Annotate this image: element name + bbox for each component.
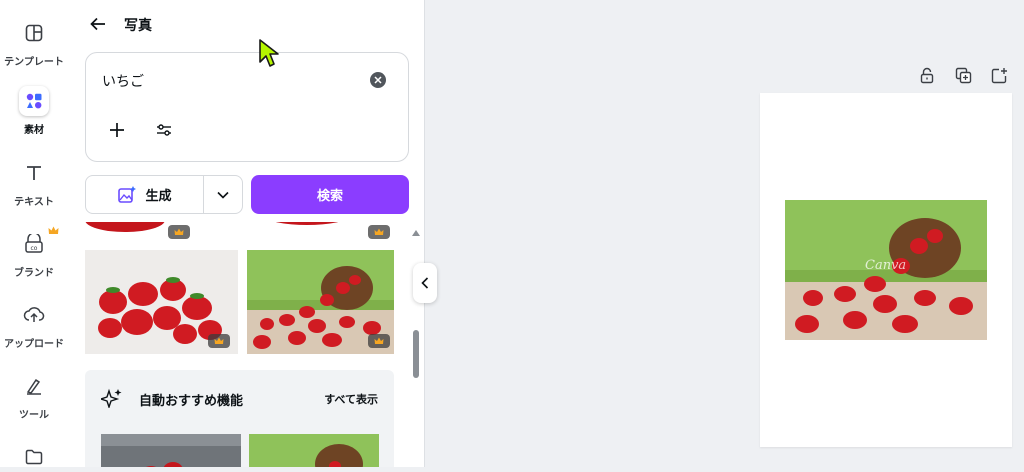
see-all-link[interactable]: すべて表示	[324, 391, 378, 407]
duplicate-icon	[955, 67, 971, 83]
crown-icon	[374, 228, 384, 235]
strawberry-photo	[101, 434, 241, 467]
search-button[interactable]: 検索	[251, 175, 409, 214]
search-input[interactable]: いちご	[102, 71, 144, 91]
add-button[interactable]	[108, 121, 126, 139]
duplicate-page-button[interactable]	[954, 66, 972, 84]
page-toolbar	[918, 66, 1008, 84]
filter-sliders-icon	[157, 124, 171, 136]
back-button[interactable]	[86, 12, 110, 36]
premium-badge	[208, 334, 230, 348]
premium-crown-icon	[48, 220, 59, 239]
rail-item-label: テンプレート	[4, 57, 64, 68]
strawberry-basket-photo	[249, 434, 379, 467]
upload-icon	[19, 300, 49, 330]
arrow-left-icon	[90, 17, 105, 31]
photo-result[interactable]	[101, 434, 241, 467]
photos-panel: 写真 いちご 生成 検索 自動おすすめ機能 すべて表示	[68, 0, 425, 467]
rail-item-label: 素材	[24, 125, 44, 136]
mouse-cursor-icon	[258, 38, 280, 72]
premium-badge	[368, 334, 390, 348]
chevron-left-icon	[421, 277, 429, 289]
crown-icon	[174, 228, 184, 235]
elements-icon	[19, 86, 49, 116]
template-icon	[19, 18, 49, 48]
side-navigation-rail: テンプレート 素材 テキスト co ブランド アップロード ツール	[0, 0, 68, 467]
close-icon	[374, 76, 382, 84]
photo-result[interactable]	[247, 222, 394, 240]
rail-item-projects[interactable]	[0, 442, 68, 472]
add-page-button[interactable]	[990, 66, 1008, 84]
crown-icon	[374, 337, 384, 344]
scroll-up-arrow[interactable]	[412, 230, 420, 236]
crown-icon	[214, 337, 224, 344]
rail-item-templates[interactable]: テンプレート	[0, 18, 68, 68]
photo-result[interactable]	[85, 222, 238, 240]
rail-item-elements[interactable]: 素材	[0, 86, 68, 136]
chevron-down-icon	[217, 191, 229, 199]
photo-result[interactable]	[247, 250, 394, 354]
text-icon	[19, 158, 49, 188]
brand-icon: co	[19, 229, 49, 259]
add-page-icon	[991, 67, 1007, 83]
plus-icon	[110, 123, 124, 137]
rail-item-tools[interactable]: ツール	[0, 371, 68, 421]
auto-section-title: 自動おすすめ機能	[139, 394, 244, 409]
generate-options-dropdown[interactable]	[204, 176, 242, 213]
unlock-icon	[920, 67, 934, 83]
rail-item-uploads[interactable]: アップロード	[0, 300, 68, 350]
premium-badge	[368, 225, 390, 239]
search-results: 自動おすすめ機能 すべて表示	[85, 222, 395, 467]
placed-photo[interactable]: Canva	[785, 200, 987, 340]
canva-watermark: Canva	[865, 258, 907, 273]
generate-button-group: 生成	[85, 175, 243, 214]
svg-text:co: co	[31, 245, 38, 252]
generate-button[interactable]: 生成	[86, 176, 203, 213]
rail-item-label: ブランド	[14, 268, 54, 279]
panel-title: 写真	[124, 18, 152, 34]
collapse-panel-button[interactable]	[413, 263, 437, 303]
rail-item-text[interactable]: テキスト	[0, 158, 68, 208]
sparkles-icon	[98, 388, 123, 412]
photo-result[interactable]	[249, 434, 379, 467]
clear-search-button[interactable]	[370, 72, 386, 88]
rail-item-label: テキスト	[14, 197, 54, 208]
rail-item-label: ツール	[19, 410, 49, 421]
strawberry-photo	[85, 222, 165, 232]
rail-item-label: アップロード	[4, 339, 64, 350]
magic-image-icon	[118, 185, 137, 203]
premium-badge	[168, 225, 190, 239]
unlock-button[interactable]	[918, 66, 936, 84]
tools-icon	[19, 371, 49, 401]
auto-recommendations-section: 自動おすすめ機能 すべて表示	[85, 370, 394, 467]
filter-button[interactable]	[156, 122, 172, 138]
scrollbar-thumb[interactable]	[413, 330, 419, 378]
photo-result[interactable]	[85, 250, 238, 354]
projects-folder-icon	[19, 442, 49, 472]
search-box[interactable]: いちご	[85, 52, 409, 162]
design-page[interactable]: Canva	[760, 93, 1012, 447]
generate-label: 生成	[145, 189, 172, 204]
